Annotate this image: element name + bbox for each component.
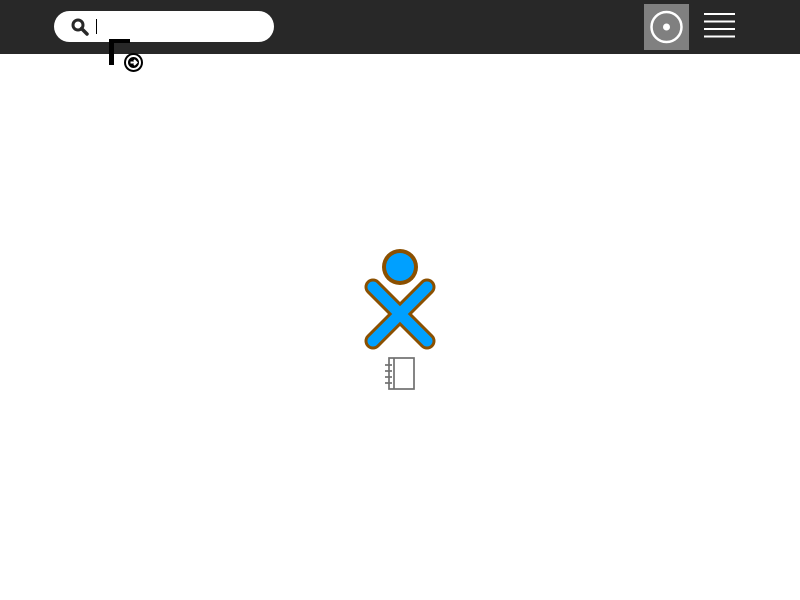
text-caret [96,19,97,34]
search-icon [71,18,89,36]
list-view-button[interactable] [697,8,742,46]
xo-owner-icon[interactable] [360,246,440,354]
journal-view-icon [650,10,683,44]
clear-search-icon[interactable] [105,35,147,75]
journal-view-button[interactable] [644,4,689,50]
list-view-icon [704,13,735,38]
journal-activity-icon[interactable] [381,354,419,392]
search-box[interactable] [54,11,274,42]
top-toolbar [0,0,800,72]
